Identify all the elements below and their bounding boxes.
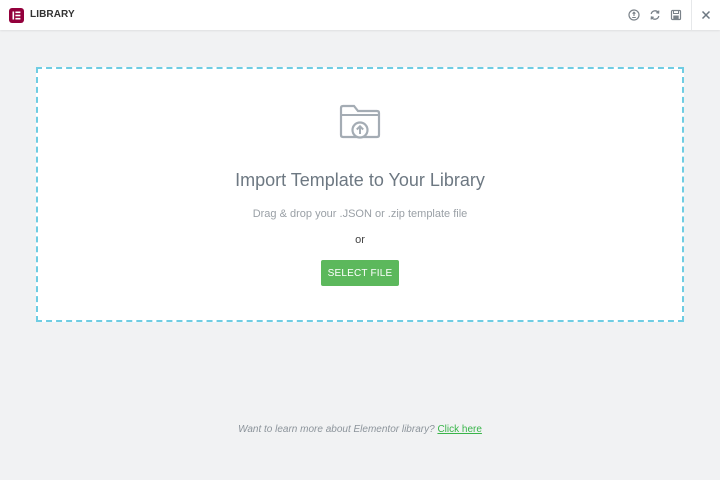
or-separator: or [355,234,365,246]
info-icon[interactable] [627,8,641,22]
drag-drop-instruction: Drag & drop your .JSON or .zip template … [252,208,468,220]
select-file-button[interactable]: SELECT FILE [321,260,399,286]
close-icon[interactable] [699,8,713,22]
header-divider [691,0,692,30]
click-here-link[interactable]: Click here [437,424,481,435]
elementor-logo-icon [9,8,24,23]
folder-upload-icon [338,100,382,144]
save-icon[interactable] [669,8,683,22]
footer-note: Want to learn more about Elementor libra… [0,424,720,435]
sync-icon[interactable] [648,8,662,22]
footer-question: Want to learn more about Elementor libra… [238,424,435,435]
library-header: LIBRARY [0,0,720,30]
library-title: LIBRARY [30,9,75,20]
import-heading: Import Template to Your Library [235,170,485,190]
